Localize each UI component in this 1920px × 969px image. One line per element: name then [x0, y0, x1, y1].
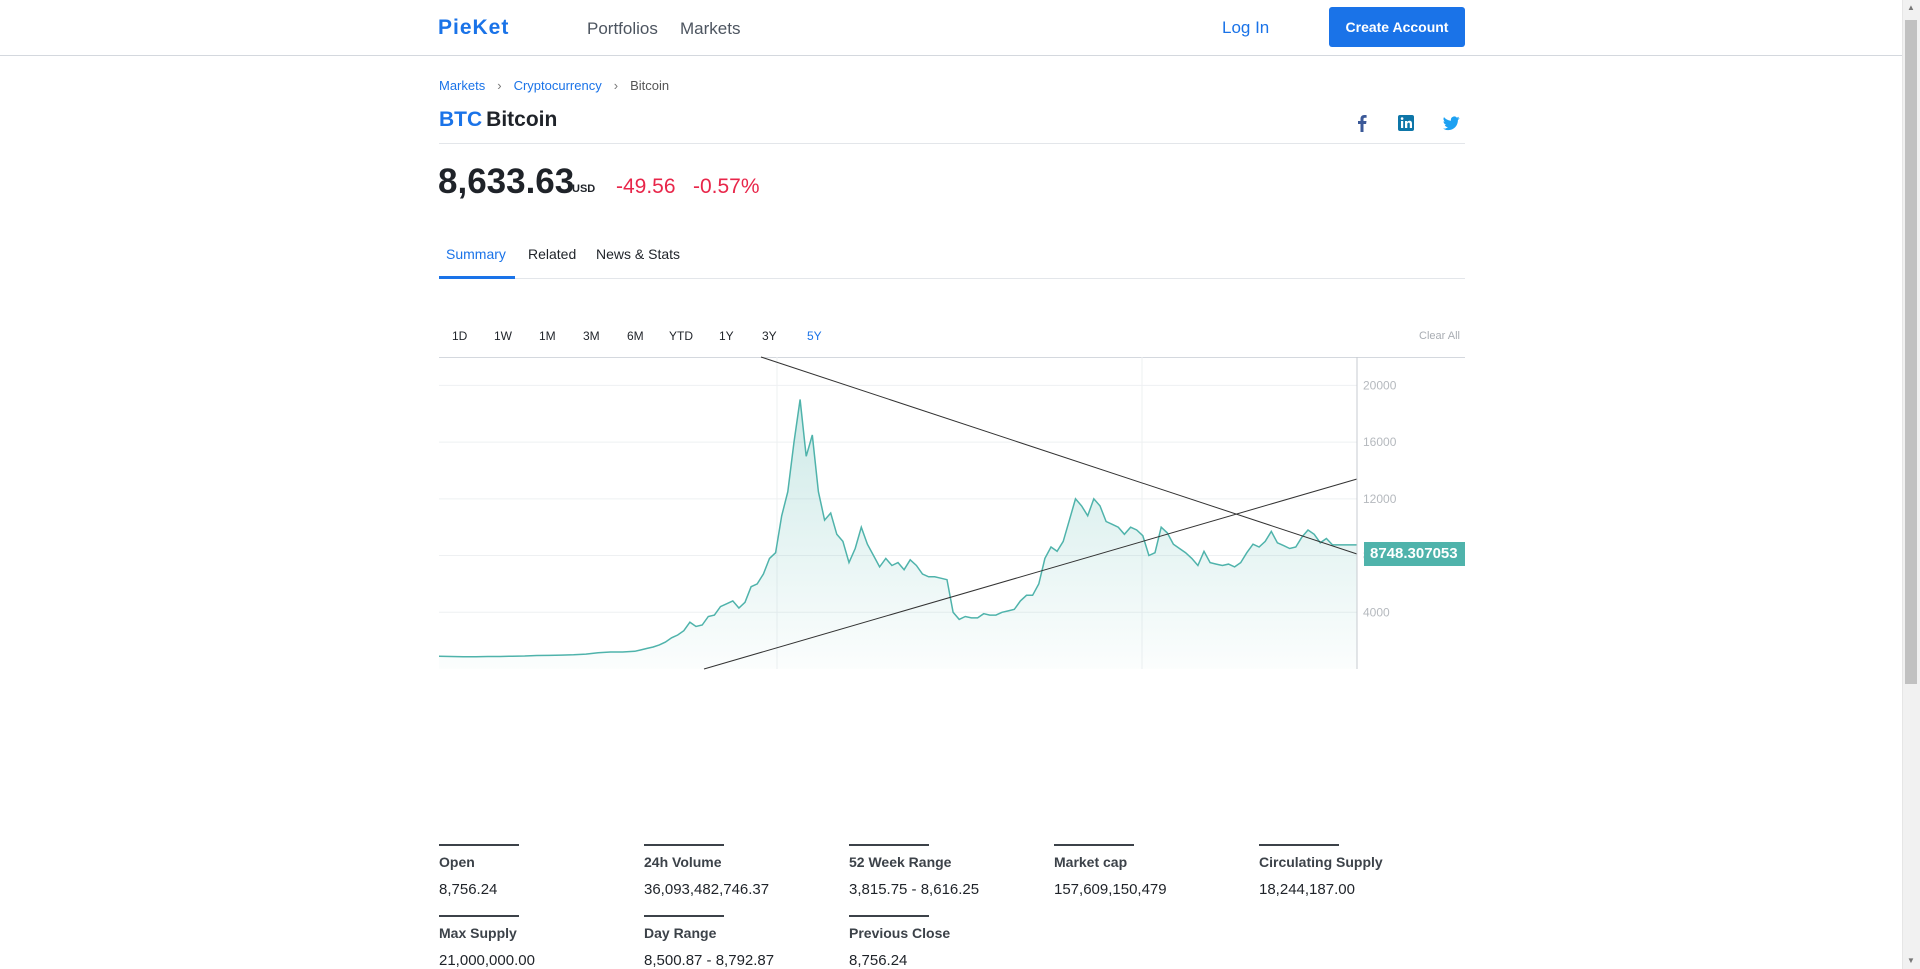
y-tick-label: 4000: [1363, 605, 1390, 619]
price-change: -49.56: [616, 175, 676, 198]
stat-previous-close: Previous Close 8,756.24: [849, 915, 1029, 969]
y-tick-label: 16000: [1363, 435, 1397, 449]
price-currency: USD: [572, 183, 596, 195]
range-1y[interactable]: 1Y: [719, 329, 734, 343]
range-6m[interactable]: 6M: [627, 329, 644, 343]
stat-value: 157,609,150,479: [1054, 881, 1167, 898]
twitter-icon[interactable]: [1441, 113, 1461, 133]
login-link[interactable]: Log In: [1222, 18, 1269, 38]
y-tick-label: 20000: [1363, 378, 1397, 392]
stat-label: Max Supply: [439, 925, 517, 941]
tab-related[interactable]: Related: [528, 246, 576, 262]
current-value-tag: 8748.307053: [1364, 542, 1465, 566]
tab-summary[interactable]: Summary: [446, 246, 506, 262]
stat-circulating-supply: Circulating Supply 18,244,187.00: [1259, 844, 1439, 898]
chevron-right-icon: ›: [613, 78, 619, 93]
page-title: BTC Bitcoin: [439, 108, 557, 132]
stat-divider: [1054, 844, 1134, 846]
stat-value: 8,756.24: [849, 952, 908, 969]
price-change-percent: -0.57%: [693, 175, 760, 198]
range-1d[interactable]: 1D: [452, 329, 467, 343]
stat-label: 24h Volume: [644, 854, 722, 870]
asset-ticker: BTC: [439, 108, 483, 131]
price-chart[interactable]: 40008000120001600020000: [438, 356, 1465, 670]
top-navbar: PieKet Portfolios Markets Log In Create …: [0, 0, 1902, 56]
create-account-button[interactable]: Create Account: [1329, 7, 1465, 47]
stat-value: 8,756.24: [439, 881, 498, 898]
breadcrumb-cryptocurrency[interactable]: Cryptocurrency: [514, 78, 602, 93]
facebook-icon[interactable]: [1352, 113, 1372, 133]
range-ytd[interactable]: YTD: [669, 329, 693, 343]
stat-day-range: Day Range 8,500.87 - 8,792.87: [644, 915, 824, 969]
stat-label: Day Range: [644, 925, 717, 941]
stat-label: Previous Close: [849, 925, 951, 941]
stat-divider: [644, 915, 724, 917]
stat-label: Circulating Supply: [1259, 854, 1383, 870]
nav-link-portfolios[interactable]: Portfolios: [587, 19, 658, 39]
range-5y[interactable]: 5Y: [807, 329, 822, 343]
stat-market-cap: Market cap 157,609,150,479: [1054, 844, 1234, 898]
current-price: 8,633.63: [438, 162, 575, 201]
breadcrumb: Markets › Cryptocurrency › Bitcoin: [439, 78, 669, 93]
nav-link-markets[interactable]: Markets: [680, 19, 740, 39]
scroll-up-icon[interactable]: ▲: [1906, 3, 1916, 13]
chart-area-fill: [439, 399, 1357, 669]
stat-divider: [1259, 844, 1339, 846]
scroll-down-icon[interactable]: ▼: [1906, 956, 1916, 966]
stat-open: Open 8,756.24: [439, 844, 619, 898]
clear-all-button[interactable]: Clear All: [1419, 330, 1460, 342]
stat-value: 3,815.75 - 8,616.25: [849, 881, 980, 898]
active-tab-indicator: [439, 276, 515, 279]
trendline-descending: [760, 356, 1358, 555]
scrollbar-thumb[interactable]: [1905, 20, 1917, 684]
stat-value: 8,500.87 - 8,792.87: [644, 952, 775, 969]
stat-divider: [849, 915, 929, 917]
stat-24h-volume: 24h Volume 36,093,482,746.37: [644, 844, 824, 898]
stat-divider: [849, 844, 929, 846]
breadcrumb-current: Bitcoin: [630, 78, 670, 93]
stat-value: 18,244,187.00: [1259, 881, 1355, 898]
stat-label: 52 Week Range: [849, 854, 952, 870]
logo[interactable]: PieKet: [438, 16, 509, 40]
range-3y[interactable]: 3Y: [762, 329, 777, 343]
stat-52-week-range: 52 Week Range 3,815.75 - 8,616.25: [849, 844, 1029, 898]
stat-label: Open: [439, 854, 475, 870]
stat-divider: [644, 844, 724, 846]
breadcrumb-markets[interactable]: Markets: [439, 78, 485, 93]
range-1m[interactable]: 1M: [539, 329, 556, 343]
y-tick-label: 12000: [1363, 492, 1397, 506]
chevron-right-icon: ›: [497, 78, 502, 93]
stat-value: 36,093,482,746.37: [644, 881, 770, 898]
stat-value: 21,000,000.00: [439, 952, 535, 969]
tab-news-stats[interactable]: News & Stats: [596, 246, 680, 262]
range-3m[interactable]: 3M: [583, 329, 600, 343]
tabs-divider: [439, 278, 1465, 279]
stat-max-supply: Max Supply 21,000,000.00: [439, 915, 619, 969]
stat-label: Market cap: [1054, 854, 1128, 870]
title-divider: [439, 143, 1465, 144]
price-chart-svg[interactable]: 40008000120001600020000: [438, 356, 1465, 670]
range-1w[interactable]: 1W: [494, 329, 512, 343]
stat-divider: [439, 915, 519, 917]
linkedin-icon[interactable]: [1396, 113, 1416, 133]
asset-name: Bitcoin: [486, 108, 558, 131]
stat-divider: [439, 844, 519, 846]
